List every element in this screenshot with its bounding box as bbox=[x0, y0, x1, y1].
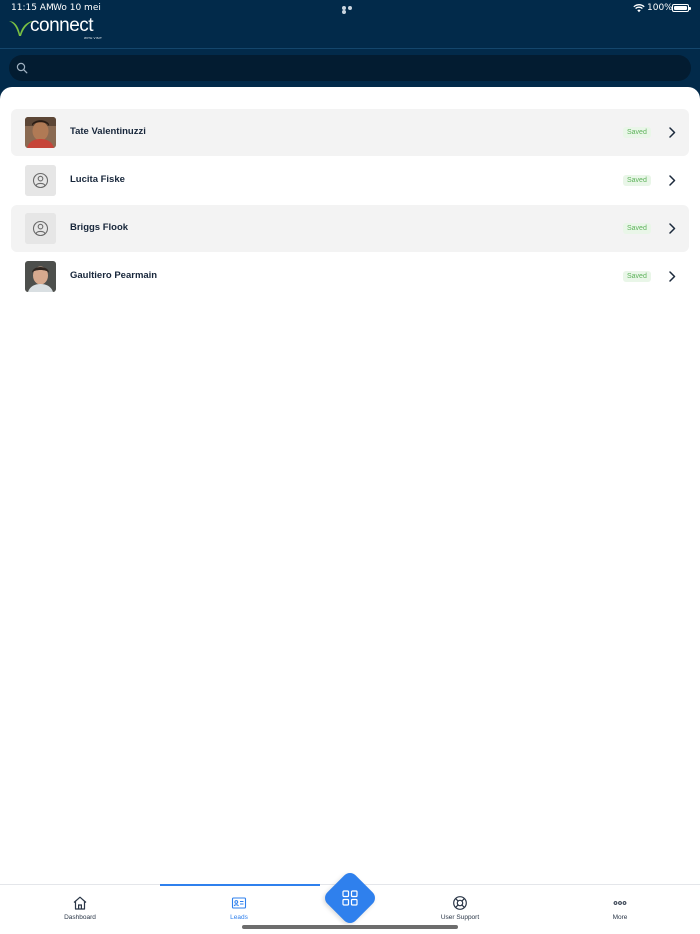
user-circle-icon bbox=[25, 213, 56, 244]
status-date: Wo 10 mei bbox=[53, 3, 101, 13]
avatar-placeholder bbox=[25, 165, 56, 196]
multitasking-dots-icon[interactable] bbox=[342, 6, 358, 14]
home-indicator[interactable] bbox=[242, 925, 458, 929]
status-badge: Saved bbox=[623, 127, 651, 138]
chevron-right-icon bbox=[669, 175, 676, 186]
search-bar[interactable] bbox=[9, 55, 691, 81]
lead-name: Gaultiero Pearmain bbox=[70, 270, 158, 281]
lifebuoy-icon bbox=[453, 896, 467, 910]
header-divider bbox=[0, 48, 700, 49]
avatar-photo bbox=[25, 117, 56, 148]
lead-row[interactable]: Gaultiero Pearmain Saved bbox=[11, 253, 689, 300]
lead-row[interactable]: Tate Valentinuzzi Saved bbox=[11, 109, 689, 156]
lead-name: Lucita Fiske bbox=[70, 174, 125, 185]
tab-label: More bbox=[612, 914, 628, 921]
leads-list-panel: Tate Valentinuzzi Saved Lucita Fiske Sav bbox=[0, 87, 700, 884]
qr-scan-icon bbox=[342, 890, 358, 906]
tab-label: Leads bbox=[230, 914, 248, 921]
status-bar: 11:15 AM Wo 10 mei 100% bbox=[0, 0, 700, 16]
chevron-right-icon bbox=[669, 271, 676, 282]
battery-percentage: 100% bbox=[647, 3, 673, 13]
tab-label: User Support bbox=[440, 914, 480, 921]
app-screen: 11:15 AM Wo 10 mei 100% connect WITH VIS… bbox=[0, 0, 700, 934]
chevron-right-icon bbox=[669, 223, 676, 234]
search-icon bbox=[16, 62, 28, 74]
status-badge: Saved bbox=[623, 271, 651, 282]
status-time: 11:15 AM bbox=[11, 3, 54, 13]
wifi-icon bbox=[633, 4, 645, 13]
active-tab-indicator bbox=[160, 884, 320, 886]
id-card-icon bbox=[231, 897, 247, 909]
lead-name: Briggs Flook bbox=[70, 222, 129, 233]
tab-more[interactable]: More bbox=[580, 895, 660, 925]
avatar-photo bbox=[25, 261, 56, 292]
chevron-right-icon bbox=[669, 127, 676, 138]
leads-list: Tate Valentinuzzi Saved Lucita Fiske Sav bbox=[11, 109, 689, 301]
lead-name: Tate Valentinuzzi bbox=[70, 126, 146, 137]
lead-row[interactable]: Lucita Fiske Saved bbox=[11, 157, 689, 204]
user-circle-icon bbox=[25, 165, 56, 196]
home-icon bbox=[73, 896, 87, 910]
tab-dashboard[interactable]: Dashboard bbox=[40, 895, 120, 925]
status-badge: Saved bbox=[623, 175, 651, 186]
tab-label: Dashboard bbox=[64, 914, 96, 921]
battery-icon bbox=[672, 4, 691, 12]
tab-leads[interactable]: Leads bbox=[199, 895, 279, 925]
logo-text: connect bbox=[30, 15, 94, 36]
search-input[interactable] bbox=[35, 58, 675, 78]
bottom-tab-bar: Dashboard Leads User Support More bbox=[0, 869, 700, 934]
more-dots-icon bbox=[613, 901, 627, 905]
avatar-placeholder bbox=[25, 213, 56, 244]
lead-row[interactable]: Briggs Flook Saved bbox=[11, 205, 689, 252]
tab-user-support[interactable]: User Support bbox=[420, 895, 500, 925]
logo-subtext: WITH VISIT bbox=[84, 36, 102, 40]
status-badge: Saved bbox=[623, 223, 651, 234]
